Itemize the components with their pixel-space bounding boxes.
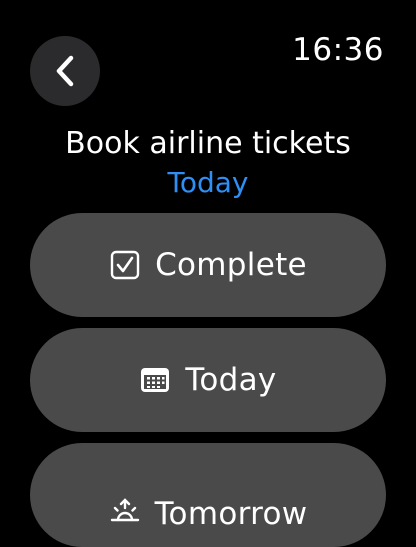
back-button[interactable] (30, 36, 100, 106)
status-time: 16:36 (292, 32, 384, 68)
calendar-icon (139, 364, 171, 396)
today-button[interactable]: Today (30, 328, 386, 432)
task-due-date: Today (167, 166, 249, 199)
complete-button[interactable]: Complete (30, 213, 386, 317)
today-button-label: Today (185, 362, 277, 398)
chevron-left-icon (56, 55, 74, 87)
checkbox-icon (109, 249, 141, 281)
tomorrow-button[interactable]: Tomorrow (30, 443, 386, 547)
complete-button-label: Complete (155, 247, 307, 283)
tomorrow-button-label: Tomorrow (154, 496, 308, 532)
task-title: Book airline tickets (65, 126, 351, 161)
sunrise-icon (109, 498, 141, 530)
